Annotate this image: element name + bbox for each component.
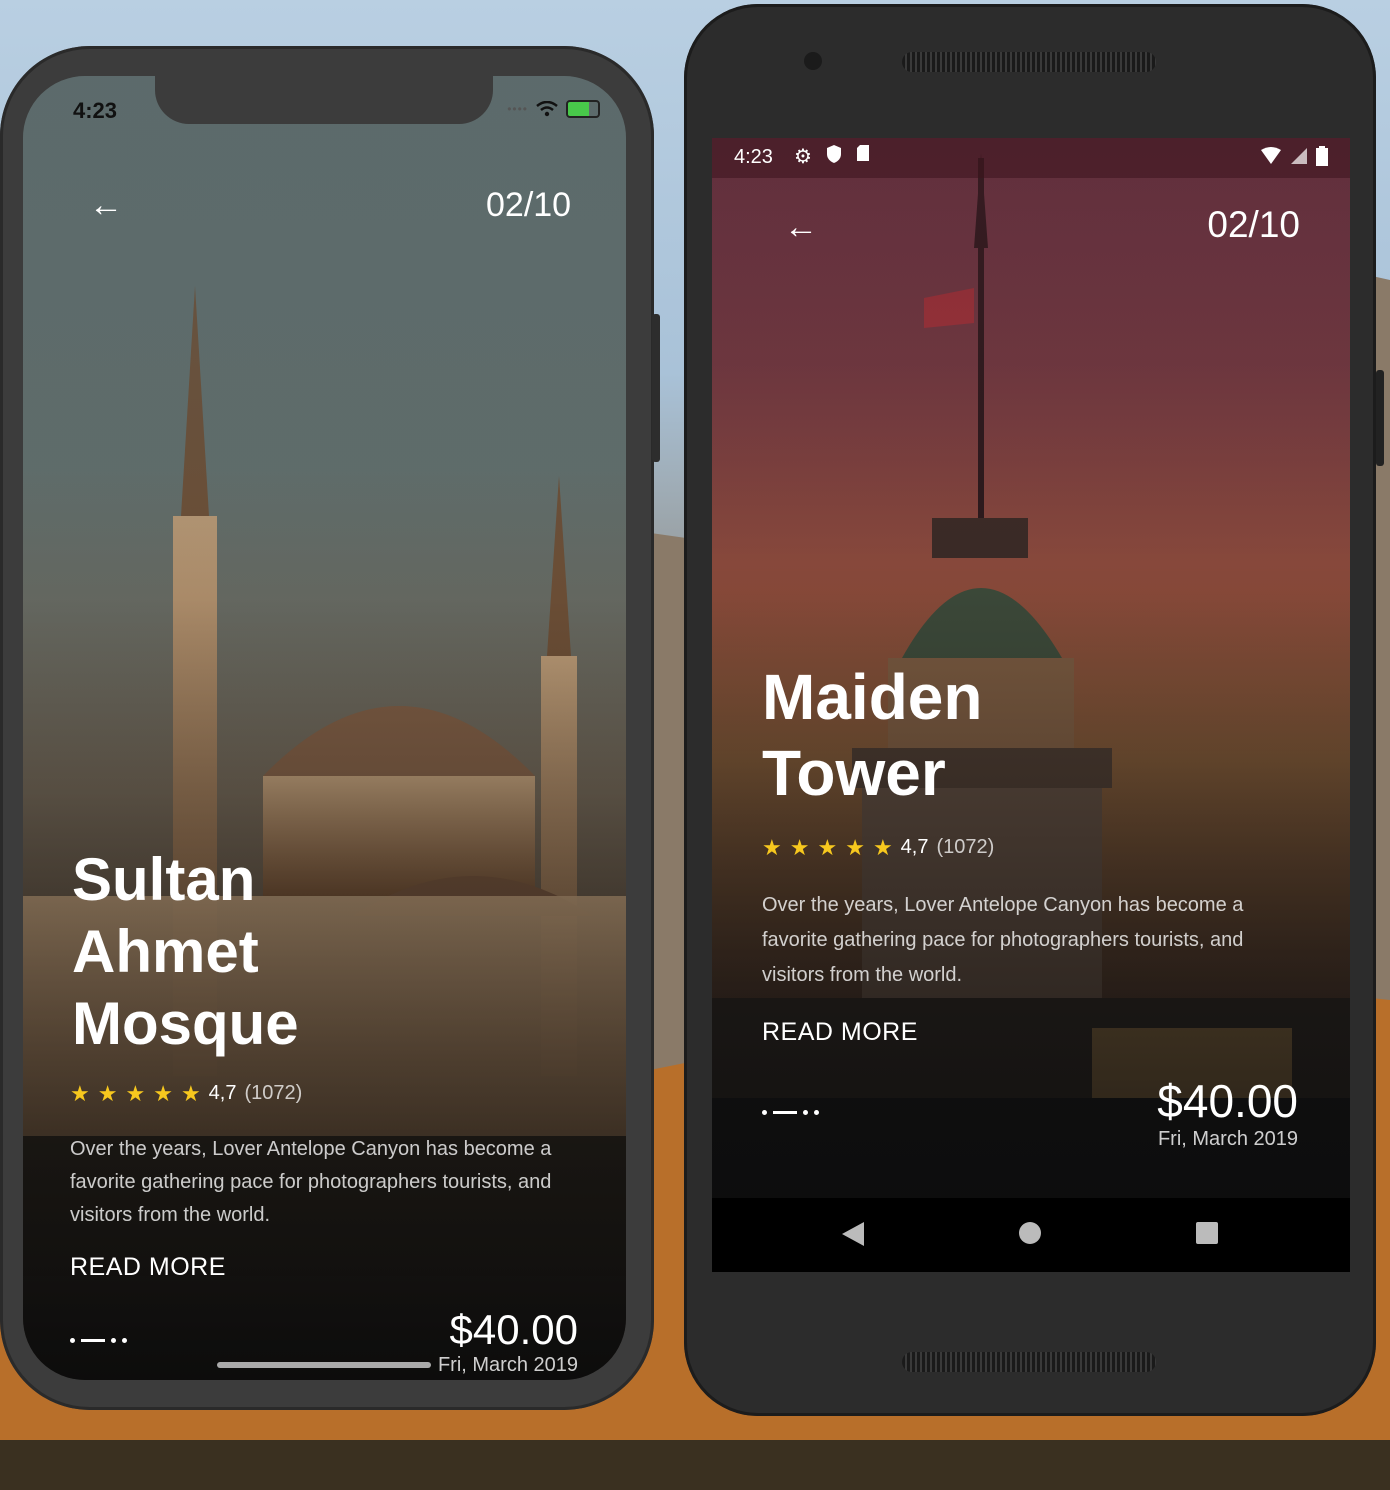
android-device-frame: 4:23 ⚙ ← 02/10 Maiden Tower ★ ★ ★ ★ ★ 4,… — [684, 4, 1384, 1416]
page-dot-active[interactable] — [81, 1339, 105, 1342]
page-dot[interactable] — [122, 1338, 127, 1343]
notification-icons: ⚙ — [794, 144, 870, 169]
rating-row: ★ ★ ★ ★ ★ 4,7 (1072) — [762, 836, 994, 859]
price: $40.00 — [449, 1306, 578, 1353]
nav-home-button[interactable] — [1019, 1222, 1041, 1244]
rating-row: ★ ★ ★ ★ ★ 4,7 (1072) — [70, 1082, 302, 1105]
top-speaker — [902, 52, 1156, 72]
page-counter: 02/10 — [1207, 204, 1300, 245]
rating-count: (1072) — [244, 1082, 303, 1104]
page-dot[interactable] — [111, 1338, 116, 1343]
star-icon: ★ — [872, 834, 893, 860]
signal-icon — [1291, 148, 1307, 164]
iphone-screen: 4:23 •••• ← 02/10 Sultan Ahmet Mosque ★ … — [23, 76, 626, 1380]
status-icons: •••• — [507, 100, 600, 118]
place-title: Sultan Ahmet Mosque — [72, 844, 299, 1060]
android-nav-bar — [712, 1198, 1350, 1272]
page-dot[interactable] — [814, 1110, 819, 1115]
sd-card-icon — [856, 145, 869, 161]
page-indicator[interactable] — [70, 1338, 127, 1343]
place-title: Maiden Tower — [762, 660, 982, 811]
star-icon: ★ — [180, 1080, 201, 1106]
star-icon: ★ — [153, 1080, 173, 1106]
page-indicator[interactable] — [762, 1110, 819, 1115]
star-icon: ★ — [762, 834, 782, 860]
title-line: Sultan — [72, 846, 256, 913]
nav-recents-button[interactable] — [1196, 1222, 1218, 1244]
read-more-link[interactable]: READ MORE — [762, 1018, 918, 1047]
rating-value: 4,7 — [208, 1082, 237, 1104]
gear-icon: ⚙ — [794, 146, 812, 168]
star-icon: ★ — [97, 1080, 118, 1106]
price: $40.00 — [1157, 1075, 1298, 1127]
page-dot[interactable] — [803, 1110, 808, 1115]
iphone-notch — [155, 76, 493, 124]
iphone-device-frame: 4:23 •••• ← 02/10 Sultan Ahmet Mosque ★ … — [0, 46, 660, 1410]
wifi-icon — [1261, 147, 1281, 164]
page-dot[interactable] — [762, 1110, 767, 1115]
power-button — [1376, 370, 1384, 466]
star-icon: ★ — [817, 834, 838, 860]
iphone-side-button — [652, 314, 660, 462]
back-arrow-icon[interactable]: ← — [784, 210, 818, 244]
date: Fri, March 2019 — [437, 1354, 578, 1376]
status-time: 4:23 — [734, 146, 773, 168]
signal-icon: •••• — [507, 102, 528, 116]
rating-count: (1072) — [936, 836, 995, 858]
system-icons — [1260, 146, 1328, 166]
shield-icon — [826, 145, 841, 163]
home-indicator[interactable] — [217, 1362, 431, 1368]
star-icon: ★ — [845, 834, 865, 860]
battery-icon — [1316, 146, 1328, 166]
place-description: Over the years, Lover Antelope Canyon ha… — [762, 894, 1244, 986]
battery-icon — [566, 100, 600, 118]
page-dot[interactable] — [70, 1338, 75, 1343]
back-arrow-icon[interactable]: ← — [89, 188, 123, 222]
page-counter: 02/10 — [486, 186, 572, 224]
read-more-link[interactable]: READ MORE — [70, 1253, 226, 1282]
title-line: Ahmet — [72, 918, 259, 985]
place-description: Over the years, Lover Antelope Canyon ha… — [70, 1138, 552, 1226]
rating-value: 4,7 — [900, 836, 929, 858]
title-line: Maiden — [762, 661, 983, 733]
star-icon: ★ — [70, 1080, 90, 1106]
status-time: 4:23 — [73, 98, 118, 123]
title-line: Mosque — [72, 990, 299, 1057]
android-screen: 4:23 ⚙ ← 02/10 Maiden Tower ★ ★ ★ ★ ★ 4,… — [712, 138, 1350, 1272]
star-icon: ★ — [125, 1080, 146, 1106]
front-camera — [804, 52, 822, 70]
page-dot-active[interactable] — [773, 1111, 797, 1114]
wifi-icon — [536, 101, 558, 117]
nav-back-button[interactable] — [842, 1222, 864, 1246]
star-icon: ★ — [789, 834, 810, 860]
title-line: Tower — [762, 736, 946, 809]
date: Fri, March 2019 — [1157, 1128, 1298, 1150]
bottom-speaker — [902, 1352, 1156, 1372]
android-status-bar: 4:23 ⚙ — [712, 138, 1350, 178]
